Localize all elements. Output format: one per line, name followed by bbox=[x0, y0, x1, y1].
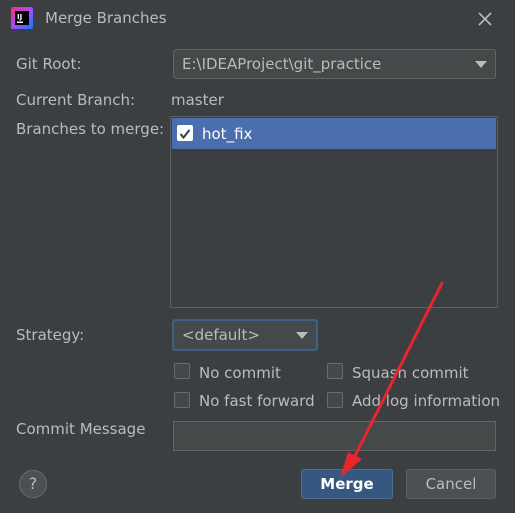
add-log-information-label[interactable]: Add log information bbox=[352, 392, 500, 410]
strategy-value: <default> bbox=[182, 326, 260, 344]
branches-list[interactable]: hot_fix bbox=[170, 116, 498, 308]
checkmark-icon bbox=[179, 129, 191, 140]
commit-message-label: Commit Message bbox=[16, 420, 146, 438]
add-log-information-checkbox[interactable] bbox=[327, 392, 343, 408]
current-branch-value: master bbox=[171, 91, 224, 109]
no-commit-checkbox[interactable] bbox=[174, 363, 190, 379]
no-commit-label[interactable]: No commit bbox=[199, 364, 281, 382]
branch-checkbox[interactable] bbox=[177, 125, 193, 141]
branches-to-merge-label: Branches to merge: bbox=[16, 120, 165, 138]
title-bar: IJ Merge Branches bbox=[0, 0, 515, 37]
merge-branches-dialog: IJ Merge Branches Git Root: E:\IDEAProje… bbox=[0, 0, 515, 513]
window-title: Merge Branches bbox=[45, 9, 167, 27]
commit-message-input[interactable] bbox=[173, 421, 496, 451]
cancel-button[interactable]: Cancel bbox=[406, 469, 496, 499]
squash-commit-checkbox[interactable] bbox=[327, 363, 343, 379]
strategy-dropdown[interactable]: <default> bbox=[172, 319, 318, 351]
git-root-label: Git Root: bbox=[16, 55, 82, 73]
git-root-value: E:\IDEAProject\git_practice bbox=[182, 55, 382, 73]
git-root-dropdown[interactable]: E:\IDEAProject\git_practice bbox=[173, 49, 496, 79]
squash-commit-label[interactable]: Squash commit bbox=[352, 364, 469, 382]
svg-text:IJ: IJ bbox=[17, 13, 22, 21]
branch-item-hot-fix[interactable]: hot_fix bbox=[172, 118, 496, 149]
merge-button[interactable]: Merge bbox=[301, 469, 393, 499]
help-button[interactable]: ? bbox=[19, 470, 47, 498]
no-fast-forward-checkbox[interactable] bbox=[174, 392, 190, 408]
no-fast-forward-label[interactable]: No fast forward bbox=[199, 392, 315, 410]
chevron-down-icon bbox=[296, 332, 308, 339]
intellij-idea-icon: IJ bbox=[11, 7, 33, 29]
current-branch-label: Current Branch: bbox=[16, 91, 136, 109]
branch-label: hot_fix bbox=[202, 125, 253, 143]
chevron-down-icon bbox=[475, 61, 487, 68]
close-icon[interactable] bbox=[472, 6, 498, 32]
strategy-label: Strategy: bbox=[16, 326, 85, 344]
